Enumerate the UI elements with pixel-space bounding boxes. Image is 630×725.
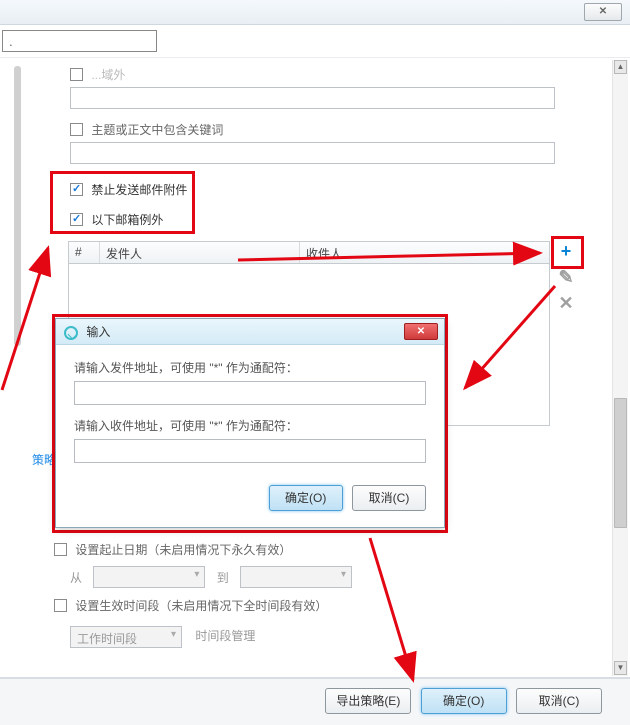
effective-date-checkbox[interactable] bbox=[54, 543, 67, 556]
forbid-attachment-row: 禁止发送邮件附件 bbox=[70, 181, 187, 198]
policy-link[interactable]: 策略 bbox=[32, 451, 56, 468]
work-time-select[interactable]: 工作时间段 bbox=[70, 626, 182, 648]
effective-time-checkbox[interactable] bbox=[54, 599, 67, 612]
add-row-button[interactable]: + bbox=[555, 241, 577, 263]
except-emails-label: 以下邮箱例外 bbox=[91, 211, 163, 228]
date-range-row: 从 到 bbox=[70, 566, 360, 588]
date-from-select[interactable] bbox=[93, 566, 205, 588]
scroll-up-button[interactable]: ▲ bbox=[614, 60, 627, 74]
address-input[interactable] bbox=[2, 30, 157, 52]
forbid-attachment-checkbox[interactable] bbox=[70, 183, 83, 196]
domain-checkbox[interactable] bbox=[70, 68, 83, 81]
keyword-checkbox-label: 主题或正文中包含关键词 bbox=[91, 121, 223, 138]
table-header-row: # 发件人 收件人 bbox=[69, 242, 549, 264]
keyword-checkbox-row: 主题或正文中包含关键词 bbox=[70, 121, 555, 164]
table-side-tools: + ✎ ✕ bbox=[555, 241, 577, 319]
dialog-titlebar[interactable]: 输入 ✕ bbox=[56, 319, 444, 345]
col-number[interactable]: # bbox=[69, 242, 100, 263]
time-range-row: 工作时间段 时间段管理 bbox=[70, 622, 255, 648]
dialog-cancel-button[interactable]: 取消(C) bbox=[352, 485, 426, 511]
edit-row-button[interactable]: ✎ bbox=[555, 267, 577, 289]
keyword-input[interactable] bbox=[70, 142, 555, 164]
domain-input[interactable] bbox=[70, 87, 555, 109]
export-policy-button[interactable]: 导出策略(E) bbox=[325, 688, 411, 714]
scroll-indicator-left bbox=[14, 66, 21, 346]
dialog-close-button[interactable]: ✕ bbox=[404, 323, 438, 340]
effective-date-label: 设置起止日期（未启用情况下永久有效） bbox=[75, 541, 291, 558]
main-panel: ▲ ▼ ...域外 主题或正文中包含关键词 禁止发送邮件附件 以下邮箱例外 # … bbox=[0, 58, 630, 678]
dialog-title-text: 输入 bbox=[86, 325, 110, 339]
dialog-ok-button[interactable]: 确定(O) bbox=[269, 485, 343, 511]
except-emails-row: 以下邮箱例外 bbox=[70, 211, 163, 228]
recipient-address-input[interactable] bbox=[74, 439, 426, 463]
bottom-button-bar: 导出策略(E) 确定(O) 取消(C) bbox=[0, 678, 630, 725]
col-sender[interactable]: 发件人 bbox=[100, 242, 300, 263]
sender-address-input[interactable] bbox=[74, 381, 426, 405]
effective-date-row: 设置起止日期（未启用情况下永久有效） bbox=[54, 541, 291, 558]
input-dialog: 输入 ✕ 请输入发件地址，可使用 "*" 作为通配符： 请输入收件地址，可使用 … bbox=[55, 318, 445, 528]
date-to-select[interactable] bbox=[240, 566, 352, 588]
keyword-checkbox[interactable] bbox=[70, 123, 83, 136]
col-recipient[interactable]: 收件人 bbox=[300, 242, 549, 263]
sender-prompt-label: 请输入发件地址，可使用 "*" 作为通配符： bbox=[74, 359, 426, 376]
from-label: 从 bbox=[70, 569, 82, 586]
effective-time-row: 设置生效时间段（未启用情况下全时间段有效） bbox=[54, 597, 327, 614]
window-close-button[interactable]: ✕ bbox=[584, 3, 622, 21]
except-emails-checkbox[interactable] bbox=[70, 213, 83, 226]
window-titlebar: ✕ bbox=[0, 0, 630, 25]
forbid-attachment-label: 禁止发送邮件附件 bbox=[91, 181, 187, 198]
dialog-button-row: 确定(O) 取消(C) bbox=[56, 485, 444, 521]
delete-row-button[interactable]: ✕ bbox=[555, 293, 577, 315]
scroll-down-button[interactable]: ▼ bbox=[614, 661, 627, 675]
recipient-prompt-label: 请输入收件地址，可使用 "*" 作为通配符： bbox=[74, 417, 426, 434]
time-manage-link[interactable]: 时间段管理 bbox=[195, 627, 255, 644]
dialog-icon bbox=[64, 326, 78, 340]
scrollbar-track[interactable] bbox=[612, 60, 628, 676]
truncated-domain-checkbox-row: ...域外 bbox=[70, 66, 555, 109]
address-row bbox=[0, 25, 630, 58]
to-label: 到 bbox=[217, 569, 229, 586]
main-ok-button[interactable]: 确定(O) bbox=[421, 688, 507, 714]
main-cancel-button[interactable]: 取消(C) bbox=[516, 688, 602, 714]
domain-checkbox-label: ...域外 bbox=[91, 66, 125, 83]
dialog-body: 请输入发件地址，可使用 "*" 作为通配符： 请输入收件地址，可使用 "*" 作… bbox=[56, 345, 444, 485]
scrollbar-thumb[interactable] bbox=[614, 398, 627, 528]
effective-time-label: 设置生效时间段（未启用情况下全时间段有效） bbox=[75, 597, 327, 614]
